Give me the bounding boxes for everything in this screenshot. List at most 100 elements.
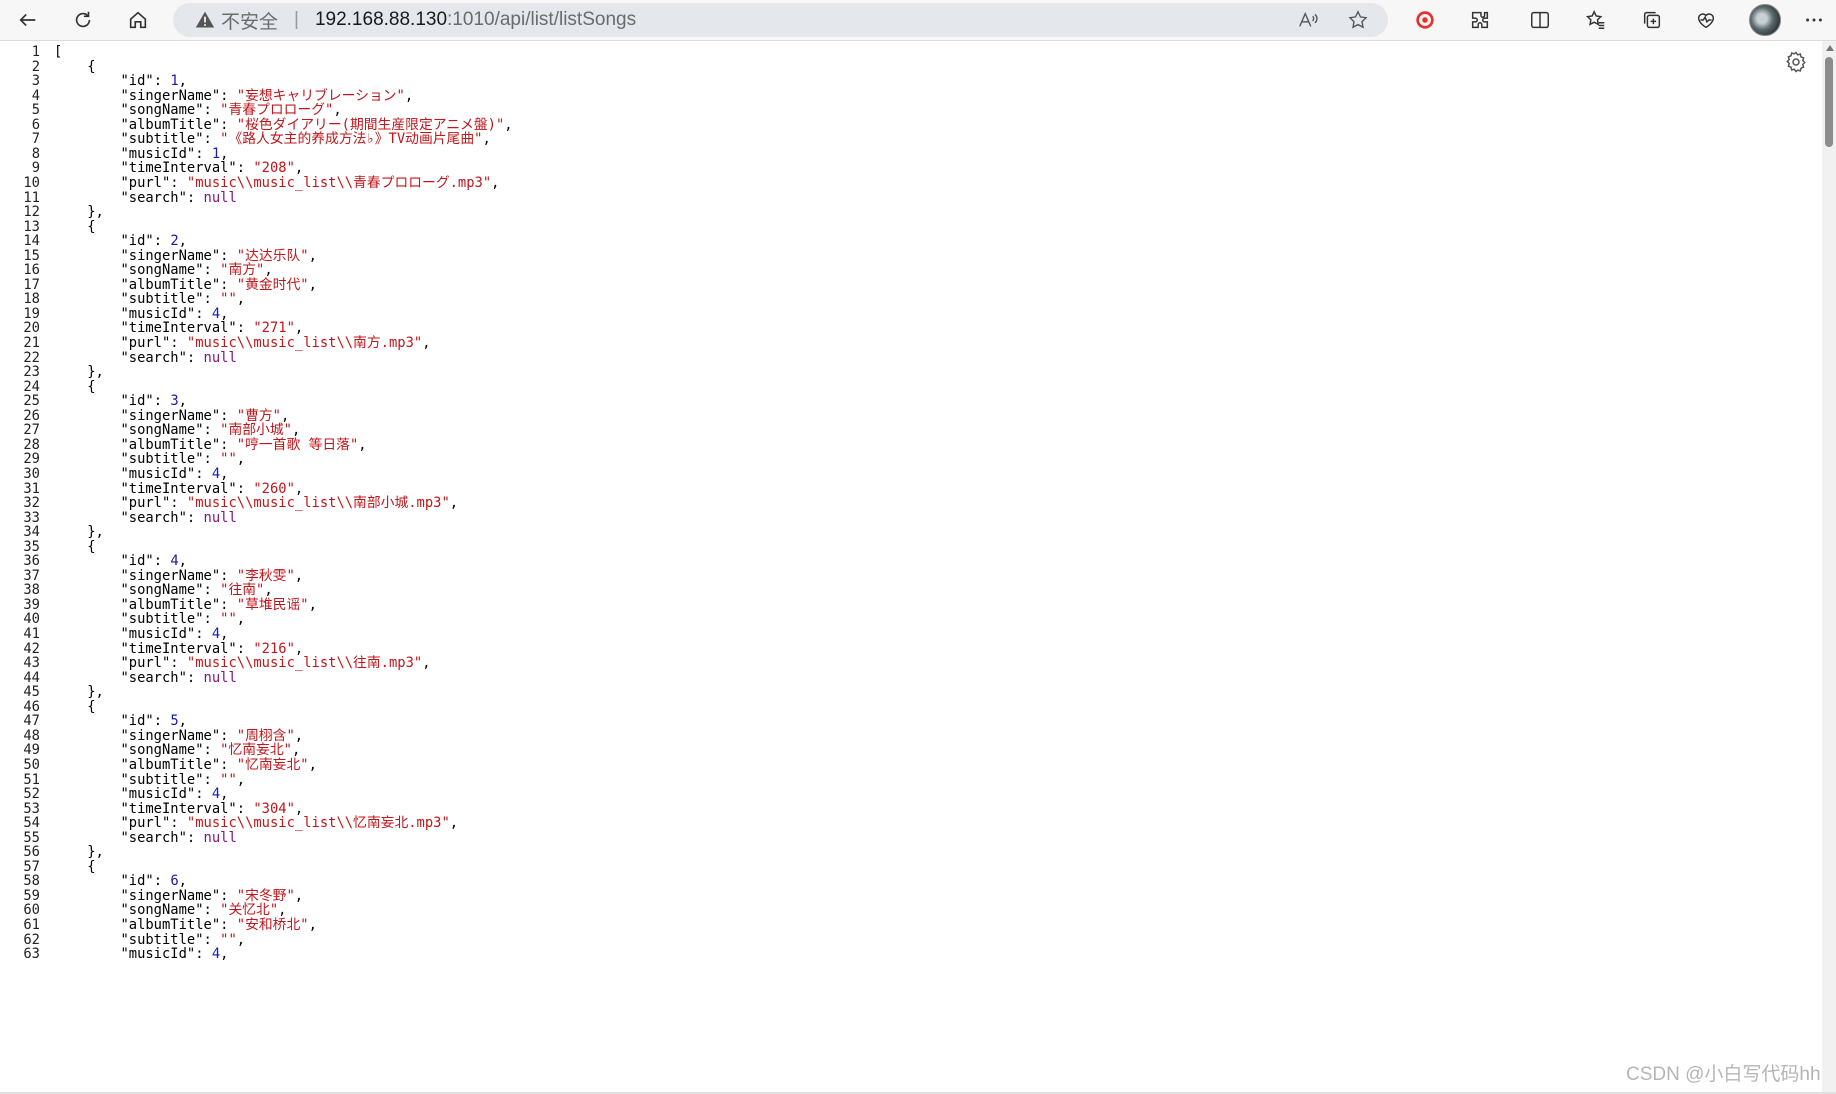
- line-number: 50: [23, 756, 40, 773]
- security-label[interactable]: 不安全: [221, 7, 278, 34]
- code-text: "songName": "南方",: [54, 263, 272, 278]
- code-line: 22 "search": null: [0, 349, 236, 366]
- vertical-scrollbar[interactable]: [1822, 41, 1836, 1094]
- code-text: "search": null: [54, 510, 236, 526]
- extension-red-icon[interactable]: [1405, 0, 1445, 40]
- line-number: 5: [31, 102, 40, 119]
- line-number: 16: [23, 262, 40, 279]
- scrollbar-thumb[interactable]: [1825, 57, 1833, 147]
- code-text: "id": 1,: [54, 74, 186, 89]
- code-line: 57 {: [0, 860, 95, 875]
- code-text: "id": 4,: [54, 554, 186, 569]
- code-line: 18 "subtitle": "",: [0, 292, 245, 307]
- code-text: "singerName": "李秋雯",: [54, 569, 303, 584]
- favorite-star-icon[interactable]: [1347, 3, 1369, 37]
- more-icon[interactable]: [1794, 0, 1834, 40]
- code-line: 25 "id": 3,: [0, 394, 187, 409]
- json-token-p: ,: [422, 335, 431, 351]
- json-token-nl: null: [203, 189, 237, 206]
- code-line: 34 },: [0, 525, 103, 540]
- json-token-p: [54, 946, 120, 962]
- read-aloud-icon[interactable]: [1297, 3, 1319, 37]
- line-number: 7: [31, 131, 40, 148]
- code-text: {: [54, 379, 95, 395]
- line-number: 58: [23, 873, 40, 890]
- code-line: 15 "singerName": "达达乐队",: [0, 247, 317, 264]
- line-number: 36: [23, 553, 40, 570]
- code-text: "subtitle": "",: [54, 772, 245, 788]
- code-line: 53 "timeInterval": "304",: [0, 801, 303, 817]
- code-line: 49 "songName": "忆南妄北",: [0, 743, 300, 758]
- code-text: "purl": "music\\music_list\\忆南妄北.mp3",: [54, 816, 458, 831]
- profile-avatar[interactable]: [1749, 4, 1781, 36]
- code-text: "search": null: [54, 829, 236, 846]
- code-text: {: [54, 219, 95, 235]
- performance-icon[interactable]: [1686, 0, 1726, 40]
- refresh-icon[interactable]: [63, 0, 103, 40]
- line-number: 28: [23, 436, 40, 453]
- line-number: 49: [23, 742, 40, 759]
- json-token-n: 4: [211, 946, 221, 963]
- code-text: "id": 6,: [54, 874, 186, 889]
- code-line: 45 },: [0, 685, 104, 700]
- browser-toolbar: 不安全 | 192.168.88.130:1010/api/list/listS…: [0, 0, 1836, 41]
- code-text: "musicId": 4,: [54, 627, 228, 642]
- code-line: 60 "songName": "关忆北",: [0, 903, 286, 918]
- code-text: "singerName": "妄想キャリブレーション",: [54, 88, 413, 104]
- code-line: 9 "timeInterval": "208",: [0, 161, 304, 176]
- code-line: 56 },: [0, 845, 103, 860]
- code-text: "timeInterval": "304",: [54, 801, 303, 817]
- code-text: },: [54, 685, 104, 700]
- line-number: 22: [23, 349, 40, 366]
- code-line: 38 "songName": "往南",: [0, 583, 272, 598]
- line-number: 63: [23, 946, 40, 963]
- code-line: 20 "timeInterval": "271",: [0, 321, 303, 336]
- code-line: 48 "singerName": "周栩含",: [0, 729, 303, 744]
- code-line: 21 "purl": "music\\music_list\\南方.mp3",: [0, 335, 431, 351]
- extensions-icon[interactable]: [1460, 0, 1500, 40]
- code-line: 54 "purl": "music\\music_list\\忆南妄北.mp3"…: [0, 816, 458, 831]
- collections-icon[interactable]: [1632, 0, 1672, 40]
- line-number: 10: [23, 174, 40, 191]
- code-line: 31 "timeInterval": "260",: [0, 481, 303, 497]
- code-text: "songName": "青春プロローグ",: [54, 103, 341, 118]
- code-text: {: [54, 59, 95, 75]
- code-line: 62 "subtitle": "",: [0, 932, 245, 948]
- code-text: "subtitle": "",: [54, 452, 245, 467]
- line-number: 23: [23, 364, 40, 381]
- json-token-p: ,: [308, 247, 317, 264]
- code-line: 1[: [0, 45, 63, 60]
- code-text: "timeInterval": "208",: [54, 161, 303, 176]
- json-token-p: ,: [504, 116, 513, 133]
- code-line: 51 "subtitle": "",: [0, 772, 245, 788]
- json-token-p: :: [186, 349, 204, 366]
- code-text: {: [54, 860, 95, 875]
- code-text: "albumTitle": "哼一首歌 等日落",: [54, 438, 366, 453]
- json-token-p: ,: [236, 611, 246, 628]
- line-number: 12: [23, 204, 40, 221]
- code-line: 63 "musicId": 4,: [0, 947, 228, 962]
- code-text: "musicId": 4,: [54, 787, 228, 802]
- json-token-k: "search": [120, 829, 187, 846]
- code-text: "musicId": 4,: [54, 467, 228, 482]
- address-bar[interactable]: 不安全 | 192.168.88.130:1010/api/list/listS…: [173, 3, 1388, 37]
- watermark: CSDN @小白写代码hh: [1626, 1064, 1821, 1085]
- code-line: 27 "songName": "南部小城",: [0, 423, 300, 438]
- warning-icon[interactable]: [195, 10, 215, 30]
- split-screen-icon[interactable]: [1520, 0, 1560, 40]
- code-text: "singerName": "宋冬野",: [54, 889, 303, 904]
- line-number: 37: [23, 567, 40, 584]
- code-text: "search": null: [54, 670, 236, 686]
- line-number: 4: [31, 87, 40, 104]
- scroll-up-arrow-icon[interactable]: [1826, 45, 1834, 51]
- back-arrow-icon[interactable]: [8, 0, 48, 40]
- code-line: 30 "musicId": 4,: [0, 467, 228, 482]
- favorites-icon[interactable]: [1576, 0, 1616, 40]
- code-line: 47 "id": 5,: [0, 714, 187, 729]
- code-line: 11 "search": null: [0, 189, 237, 206]
- json-token-p: ,: [491, 174, 500, 191]
- code-line: 39 "albumTitle": "草堆民谣",: [0, 598, 317, 613]
- settings-gear-icon[interactable]: [1784, 50, 1808, 74]
- home-icon[interactable]: [118, 0, 158, 40]
- code-text: "musicId": 1,: [54, 147, 228, 162]
